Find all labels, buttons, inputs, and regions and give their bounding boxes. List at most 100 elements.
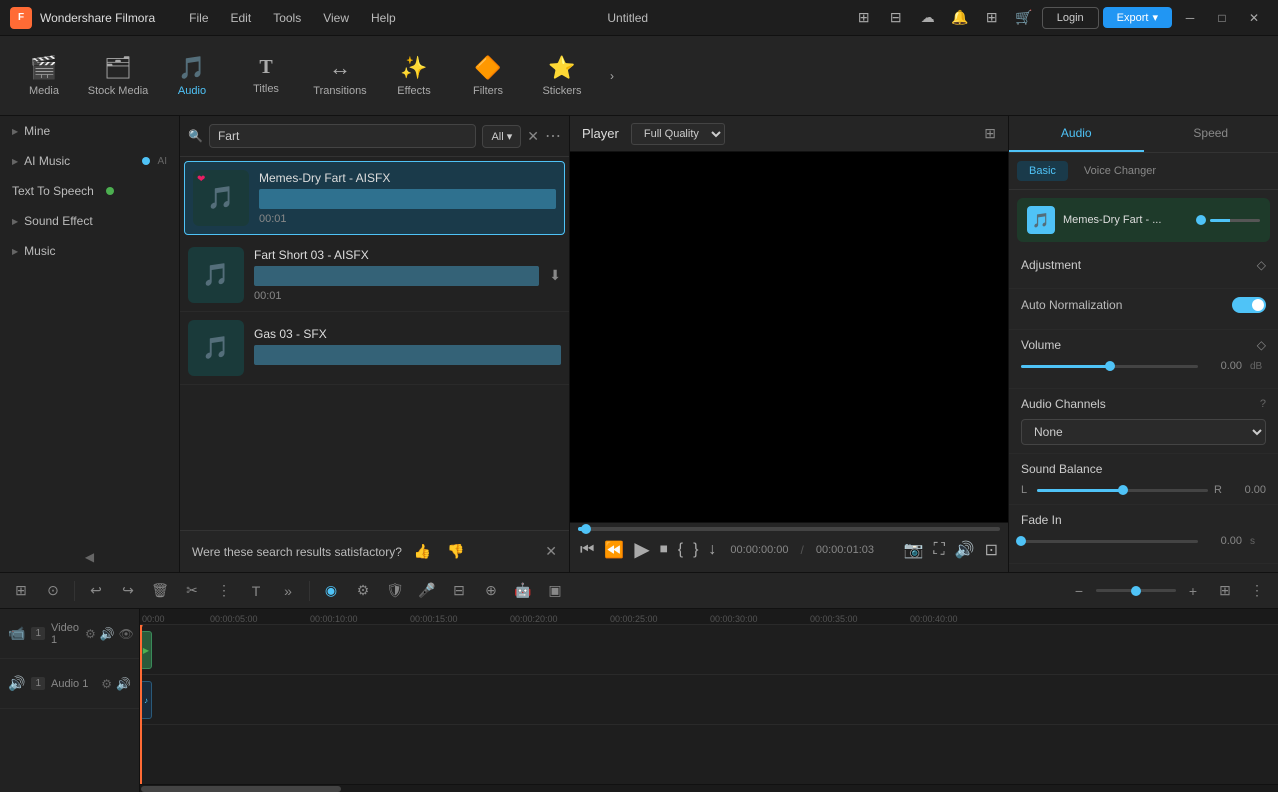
fullscreen-button[interactable]: ⛶ [931,539,946,561]
volume-thumb[interactable] [1105,361,1115,371]
tl-more-button[interactable]: » [275,578,301,604]
tl-mixer-button[interactable]: ⊟ [446,578,472,604]
menu-edit[interactable]: Edit [221,7,262,29]
tl-mic-button[interactable]: 🎤 [414,578,440,604]
playhead[interactable]: ▼ [140,625,142,784]
search-filter-dropdown[interactable]: All ▾ [482,125,521,148]
menu-view[interactable]: View [313,7,359,29]
audio-item[interactable]: ❤ 🎵 Memes-Dry Fart - AISFX 00:01 [184,161,565,235]
download-icon[interactable]: ⬇ [549,267,561,284]
volume-button[interactable]: 🔊 [953,538,977,562]
stop-button[interactable]: ⏹ [658,539,670,561]
sidebar-item-music[interactable]: ▶ Music [0,236,179,266]
filmora-icon-1[interactable]: ⊞ [850,4,878,32]
menu-tools[interactable]: Tools [263,7,311,29]
left-panel-collapse-button[interactable]: ◀ [0,542,179,572]
subtab-basic[interactable]: Basic [1017,161,1068,181]
toolbar-filters[interactable]: 🔶 Filters [452,41,524,111]
feedback-close-button[interactable]: ✕ [545,543,557,560]
maximize-button[interactable]: □ [1208,4,1236,32]
fade-in-slider[interactable] [1021,540,1198,543]
audio-track-volume-icon[interactable]: 🔊 [116,677,131,691]
video-track-eye-icon[interactable]: 👁 [119,627,134,641]
tl-ai-button[interactable]: 🤖 [510,578,536,604]
sound-balance-slider[interactable] [1037,489,1208,492]
filmora-icon-2[interactable]: ⊟ [882,4,910,32]
tl-split-button[interactable]: ⋮ [211,578,237,604]
adjustment-icon[interactable]: ◇ [1257,258,1266,272]
login-button[interactable]: Login [1042,7,1099,29]
filmora-icon-6[interactable]: 🛒 [1010,4,1038,32]
progress-bar[interactable] [578,527,1000,531]
export-button[interactable]: Export ▾ [1103,7,1172,28]
audio-track-settings-icon[interactable]: ⚙ [101,677,112,691]
player-expand-button[interactable]: ⊞ [984,125,996,142]
tl-grid-button[interactable]: ⊞ [1212,578,1238,604]
tl-cut-button[interactable]: ✂ [179,578,205,604]
toolbar-audio[interactable]: 🎵 Audio [156,41,228,111]
play-button[interactable]: ▶ [632,535,651,564]
sidebar-item-text-to-speech[interactable]: Text To Speech [0,176,179,206]
menu-file[interactable]: File [179,7,218,29]
tl-zoom-slider[interactable] [1096,589,1176,592]
search-input[interactable] [209,124,477,148]
filmora-icon-4[interactable]: 🔔 [946,4,974,32]
toolbar-media[interactable]: 🎬 Media [8,41,80,111]
toolbar-more-button[interactable]: › [600,41,624,111]
quality-select[interactable]: Full Quality [631,123,725,145]
tl-add-track-button[interactable]: ⊞ [8,578,34,604]
tl-undo-button[interactable]: ↩ [83,578,109,604]
auto-normalization-toggle[interactable] [1232,297,1266,313]
tl-magnet-button[interactable]: ⊙ [40,578,66,604]
volume-slider[interactable] [1021,365,1198,368]
add-to-timeline-button[interactable]: ↓ [706,539,718,561]
audio-channels-select[interactable]: None [1021,419,1266,445]
tl-overlay-button[interactable]: ▣ [542,578,568,604]
close-button[interactable]: ✕ [1240,4,1268,32]
toolbar-effects[interactable]: ✨ Effects [378,41,450,111]
search-close-button[interactable]: ✕ [527,128,539,145]
toolbar-stock-media[interactable]: 🗂 Stock Media [82,41,154,111]
search-more-button[interactable]: ⋯ [545,126,561,146]
tl-shield-button[interactable]: 🛡 [382,578,408,604]
tl-text-button[interactable]: T [243,578,269,604]
audio-item[interactable]: 🎵 Gas 03 - SFX [180,312,569,385]
tl-settings-button[interactable]: ⚙ [350,578,376,604]
toolbar-transitions[interactable]: ↔ Transitions [304,41,376,111]
tl-zoom-in-button[interactable]: + [1180,578,1206,604]
zoom-fit-button[interactable]: ⊡ [983,538,1000,562]
tl-redo-button[interactable]: ↪ [115,578,141,604]
feedback-thumbs-down-button[interactable]: 👎 [443,541,468,562]
mark-out-button[interactable]: } [691,539,700,561]
tab-speed[interactable]: Speed [1144,116,1278,152]
balance-thumb[interactable] [1118,485,1128,495]
tl-delete-button[interactable]: 🗑 [147,578,173,604]
export-dropdown-icon[interactable]: ▾ [1152,11,1158,24]
sidebar-item-mine[interactable]: ▶ Mine [0,116,179,146]
filmora-icon-3[interactable]: ☁ [914,4,942,32]
subtab-voice-changer[interactable]: Voice Changer [1072,161,1168,181]
minimize-button[interactable]: ─ [1176,4,1204,32]
toolbar-stickers[interactable]: ⭐ Stickers [526,41,598,111]
tl-more2-button[interactable]: ⋮ [1244,578,1270,604]
fade-in-thumb[interactable] [1016,536,1026,546]
mark-in-button[interactable]: { [676,539,685,561]
tl-play-mode-button[interactable]: ◉ [318,578,344,604]
sidebar-item-ai-music[interactable]: ▶ AI Music AI [0,146,179,176]
video-track-settings-icon[interactable]: ⚙ [85,627,96,641]
tl-connect-button[interactable]: ⊕ [478,578,504,604]
volume-icon[interactable]: ◇ [1257,338,1266,352]
feedback-thumbs-up-button[interactable]: 👍 [410,541,435,562]
menu-help[interactable]: Help [361,7,406,29]
snapshot-button[interactable]: 📷 [902,538,926,562]
timeline-scrollbar-thumb[interactable] [141,786,341,792]
audio-item[interactable]: 🎵 Fart Short 03 - AISFX 00:01 ⬇ [180,239,569,312]
video-track-volume-icon[interactable]: 🔊 [100,627,115,641]
tl-zoom-out-button[interactable]: − [1066,578,1092,604]
skip-back-button[interactable]: ⏮ [578,539,596,561]
tab-audio[interactable]: Audio [1009,116,1144,152]
toolbar-titles[interactable]: T Titles [230,41,302,111]
frame-back-button[interactable]: ⏪ [602,538,626,562]
sidebar-item-sound-effect[interactable]: ▶ Sound Effect [0,206,179,236]
filmora-icon-5[interactable]: ⊞ [978,4,1006,32]
